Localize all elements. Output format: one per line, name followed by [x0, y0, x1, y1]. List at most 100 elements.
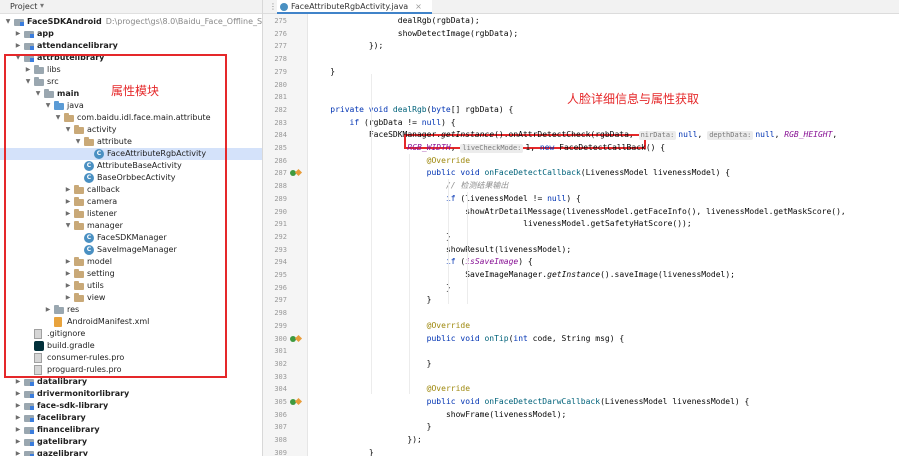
code-token: ) { — [566, 193, 581, 203]
tree-item[interactable]: ▶ financelibrary — [0, 424, 262, 436]
tree-item-text: financelibrary — [37, 425, 100, 434]
code-token: SaveImageManager. — [465, 270, 548, 279]
code-token: @Override — [426, 155, 471, 165]
module-folder-icon — [24, 31, 34, 38]
code-line: dealRgb(rgbData); — [398, 15, 480, 27]
tree-item[interactable]: ▶ facelibrary — [0, 412, 262, 424]
code-token: null — [755, 130, 775, 140]
code-token: FaceDetectCallBack() { — [559, 143, 666, 152]
tree-item[interactable]: ▶ gatelibrary — [0, 436, 262, 448]
code-token: FaceSDKManager. — [368, 130, 442, 140]
tree-item-text: FaceSDKAndroid — [27, 17, 102, 26]
code-token: if — [349, 117, 364, 127]
line-number: 291 — [274, 220, 287, 229]
tree-item[interactable]: ▶ app — [0, 28, 262, 40]
line-number: 306 — [274, 410, 287, 419]
tree-item[interactable]: ▼ FaceSDKAndroid D:\progect\gs\8.0\Baidu_F… — [0, 16, 262, 28]
close-icon[interactable]: × — [415, 2, 422, 11]
indent-guide — [447, 179, 449, 304]
module-folder-icon — [24, 43, 34, 50]
chevron-right-icon[interactable]: ▶ — [14, 424, 22, 436]
line-number: 286 — [274, 156, 287, 165]
tab-face-attribute-rgb-activity[interactable]: FaceAttributeRgbActivity.java × — [277, 0, 432, 14]
tree-item[interactable]: ▶ drivermonitorlibrary — [0, 388, 262, 400]
code-token: null — [678, 130, 698, 140]
code-line: } — [427, 294, 432, 306]
code-line: if (livenessModel != null) { — [446, 193, 581, 205]
code-line: @Override — [427, 155, 470, 167]
line-number-gutter: 275 276 277 278 279 280 281 282 283 284 285 286 287 2… — [263, 14, 307, 456]
code-token: ().onAttrDetectCheck(rgbData, — [494, 130, 639, 140]
project-view-selector[interactable]: Project — [10, 2, 37, 11]
tree-item-text: drivermonitorlibrary — [37, 389, 130, 398]
chevron-right-icon[interactable]: ▶ — [14, 436, 22, 448]
editor-tab-bar: ⋮ FaceAttributeRgbActivity.java × — [263, 0, 899, 14]
code-area[interactable]: dealRgb(rgbData); showDetectImage(rgbData… — [311, 14, 899, 456]
line-number: 281 — [274, 93, 287, 102]
line-number: 276 — [274, 29, 287, 38]
code-token: , — [774, 130, 785, 140]
chevron-down-icon[interactable]: ▾ — [40, 1, 44, 10]
tree-item-text: app — [37, 29, 54, 38]
implements-marker-icon[interactable] — [294, 334, 303, 342]
code-line: } — [427, 421, 432, 433]
line-number: 289 — [274, 194, 287, 203]
line-number: 277 — [274, 42, 287, 51]
module-folder-icon — [24, 427, 34, 434]
tree-item-text: attendancelibrary — [37, 41, 118, 50]
tree-item[interactable]: ▶ gazelibrary — [0, 448, 262, 456]
code-token: @Override — [426, 384, 471, 394]
line-number: 295 — [274, 271, 287, 279]
module-folder-icon — [24, 403, 34, 410]
line-number: 302 — [274, 359, 287, 368]
gutter-divider — [307, 14, 308, 456]
implements-marker-icon[interactable] — [294, 169, 303, 177]
module-folder-icon — [24, 391, 34, 398]
code-line: SaveImageManager.getInstance().saveImage… — [465, 269, 735, 281]
code-token: byte — [431, 104, 451, 114]
tree-item-text: facelibrary — [37, 413, 86, 422]
code-token: , — [697, 130, 708, 140]
chevron-right-icon[interactable]: ▶ — [14, 412, 22, 424]
module-folder-icon — [24, 415, 34, 422]
line-number: 279 — [274, 67, 287, 76]
tab-label: FaceAttributeRgbActivity.java — [291, 2, 409, 11]
tree-item-text: datalibrary — [37, 377, 88, 386]
chevron-down-icon[interactable]: ▼ — [4, 16, 12, 28]
code-line: public void onFaceDetectDarwCallback(Liv… — [427, 396, 750, 408]
line-number: 305 — [274, 398, 287, 406]
code-token: onFaceDetectDarwCallback — [484, 397, 601, 406]
code-token: isSaveImage — [465, 257, 519, 267]
code-token: code, String msg) { — [532, 333, 625, 343]
code-line: } — [427, 358, 432, 370]
chevron-right-icon[interactable]: ▶ — [14, 40, 22, 52]
code-token: int — [513, 333, 533, 343]
code-token: public void — [426, 168, 485, 178]
line-number: 307 — [274, 423, 287, 432]
tree-item-label: drivermonitorlibrary — [37, 388, 129, 400]
chevron-right-icon[interactable]: ▶ — [14, 448, 22, 456]
code-token: (rgbData != — [364, 117, 422, 127]
line-number: 309 — [274, 448, 287, 456]
tree-item-label: app — [37, 28, 54, 40]
code-token: , — [832, 130, 838, 140]
code-token: showResult(livenessModel); — [445, 244, 572, 254]
chevron-right-icon[interactable]: ▶ — [14, 28, 22, 40]
tree-item-text: face-sdk-library — [37, 401, 109, 410]
code-line: }); — [369, 40, 383, 52]
tab-list-icon[interactable]: ⋮ — [269, 2, 277, 11]
code-token: RGB_WIDTH — [407, 143, 451, 152]
chevron-right-icon[interactable]: ▶ — [14, 400, 22, 412]
line-number: 290 — [274, 207, 287, 216]
line-number: 303 — [274, 372, 287, 381]
line-number: 278 — [274, 55, 287, 64]
code-line: } — [369, 447, 374, 456]
module-folder-icon — [24, 439, 34, 446]
parameter-hint: depthData: — [707, 131, 754, 141]
code-token: (livenessModel != — [460, 193, 548, 203]
implements-marker-icon[interactable] — [294, 397, 303, 406]
line-number: 280 — [274, 80, 287, 89]
chevron-right-icon[interactable]: ▶ — [14, 388, 22, 400]
tree-item[interactable]: ▶ face-sdk-library — [0, 400, 262, 412]
tree-item[interactable]: ▶ attendancelibrary — [0, 40, 262, 52]
